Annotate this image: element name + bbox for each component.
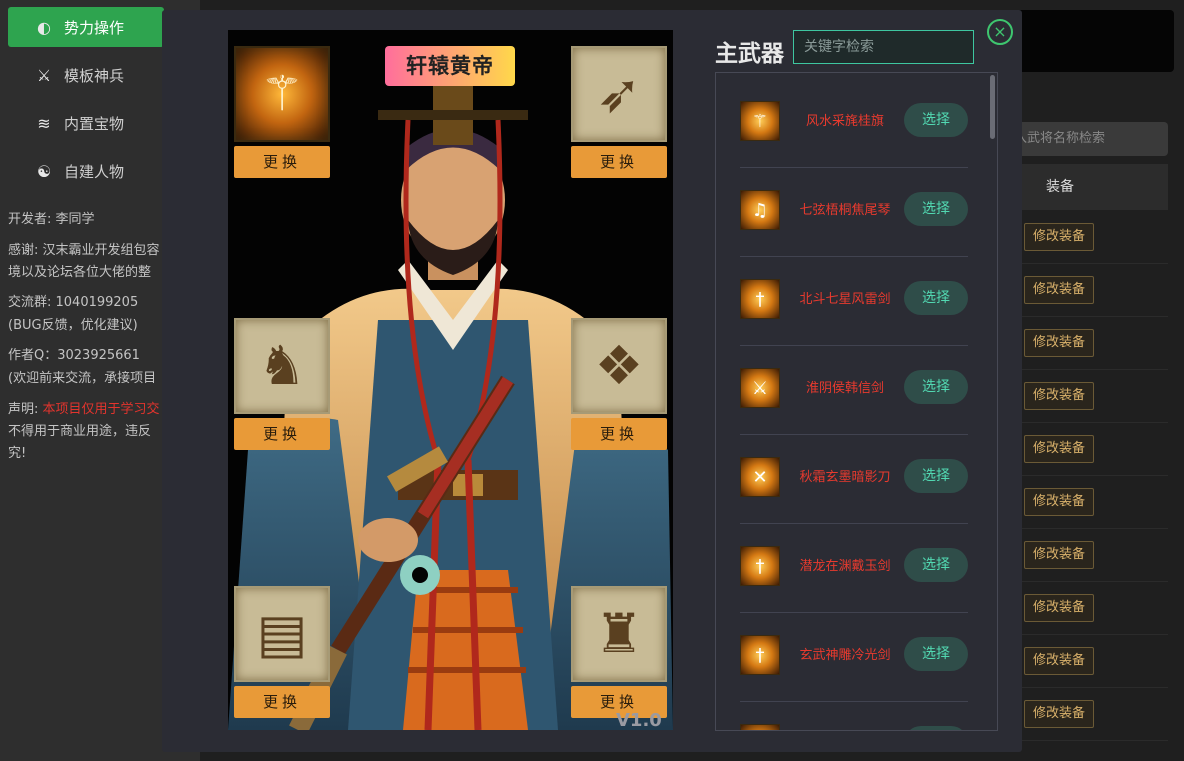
table-row: 修改装备	[1006, 529, 1168, 582]
weapon-list: ⚚ 风水采旄桂旗 选择 ♫ 七弦梧桐焦尾琴 选择 † 北斗七星风雷剑 选择 ⚔ 淮阴侯韩信剑 选择 ✕ 秋…	[715, 72, 998, 731]
layers-icon: ≋	[37, 113, 51, 133]
table-row: 修改装备	[1006, 635, 1168, 688]
weapon-icon: †	[740, 635, 780, 675]
treasure-icon: ♜	[594, 602, 644, 665]
version-text: V1.0	[616, 710, 662, 730]
weapon-icon: †	[740, 724, 780, 730]
edit-equipment-button[interactable]: 修改装备	[1024, 488, 1094, 516]
weapon-icon: ✕	[740, 457, 780, 497]
faction-icon: ◐	[37, 17, 51, 37]
custom-character-icon: ☯	[36, 161, 52, 181]
edit-equipment-button[interactable]: 修改装备	[1024, 276, 1094, 304]
table-row: 修改装备	[1006, 317, 1168, 370]
edit-equipment-button[interactable]: 修改装备	[1024, 700, 1094, 728]
main-header	[1006, 10, 1174, 72]
weapon-list-title: 主武器	[715, 41, 784, 67]
sidebar-item-weapon-template[interactable]: ⚔ 模板神兵	[8, 55, 164, 95]
select-weapon-button[interactable]: 选择	[904, 370, 968, 404]
slot-treasure[interactable]: ♜	[571, 586, 667, 682]
edit-equipment-button[interactable]: 修改装备	[1024, 329, 1094, 357]
staff-icon: ⚚	[260, 66, 304, 122]
sidebar-item-label: 自建人物	[64, 162, 125, 181]
sidebar-item-custom-character[interactable]: ☯ 自建人物	[8, 151, 164, 191]
sidebar-item-label: 内置宝物	[64, 114, 125, 133]
swap-armor-button[interactable]: 更换	[571, 418, 667, 450]
edit-equipment-button[interactable]: 修改装备	[1024, 541, 1094, 569]
table-header: 装备	[1006, 164, 1168, 210]
character-portrait: 轩辕黄帝 ⚚ 更换 ➶ 更换 ♞ 更换 ❖ 更换 ▤ 更换 ♜ 更换 V1.0	[228, 30, 673, 730]
table-row: 修改装备	[1006, 370, 1168, 423]
select-weapon-button[interactable]: 选择	[904, 281, 968, 315]
table-row: 修改装备	[1006, 211, 1168, 264]
weapon-row: † 北斗七星风雷剑 选择	[740, 257, 968, 346]
weapon-row: ✕ 秋霜玄墨暗影刀 选择	[740, 435, 968, 524]
slot-sub-weapon[interactable]: ➶	[571, 46, 667, 142]
slot-mount[interactable]: ♞	[234, 318, 330, 414]
weapon-template-icon: ⚔	[36, 65, 52, 85]
table-row: 修改装备	[1006, 264, 1168, 317]
select-weapon-button[interactable]: 选择	[904, 192, 968, 226]
weapon-list-scrollbar[interactable]	[990, 75, 995, 139]
scroll-icon: ▤	[256, 602, 308, 665]
armor-icon: ❖	[594, 334, 644, 397]
general-search-input[interactable]: 入武将名称检索	[1006, 122, 1168, 156]
slot-main-weapon[interactable]: ⚚	[234, 46, 330, 142]
table-row: 修改装备	[1006, 423, 1168, 476]
weapon-icon: ♫	[740, 190, 780, 230]
slot-armor[interactable]: ❖	[571, 318, 667, 414]
close-icon[interactable]: ×	[987, 19, 1013, 45]
select-weapon-button[interactable]: 选择	[904, 726, 968, 730]
column-equip: 装备	[1046, 179, 1074, 195]
weapon-row: ⚚ 风水采旄桂旗 选择	[740, 79, 968, 168]
edit-equipment-button[interactable]: 修改装备	[1024, 382, 1094, 410]
sidebar-item-builtin-treasure[interactable]: ≋ 内置宝物	[8, 103, 164, 143]
select-weapon-button[interactable]: 选择	[904, 637, 968, 671]
swap-sub-weapon-button[interactable]: 更换	[571, 146, 667, 178]
weapon-icon: †	[740, 546, 780, 586]
sidebar-item-faction[interactable]: ◐ 势力操作	[8, 7, 164, 47]
edit-equipment-button[interactable]: 修改装备	[1024, 647, 1094, 675]
table-row: 修改装备	[1006, 476, 1168, 529]
weapon-row: † 潜龙在渊戴玉剑 选择	[740, 524, 968, 613]
edit-equipment-button[interactable]: 修改装备	[1024, 594, 1094, 622]
horse-icon: ♞	[257, 334, 307, 397]
edit-equipment-button[interactable]: 修改装备	[1024, 435, 1094, 463]
table-row: 修改装备	[1006, 688, 1168, 741]
weapon-row: †金乌寒冥曜日剑选择	[740, 702, 968, 730]
swap-book-button[interactable]: 更换	[234, 686, 330, 718]
swap-mount-button[interactable]: 更换	[234, 418, 330, 450]
weapon-name: 七弦梧桐焦尾琴	[799, 203, 891, 218]
weapon-name: 北斗七星风雷剑	[799, 292, 891, 307]
weapon-name: 潜龙在渊戴玉剑	[799, 559, 891, 574]
weapon-name: 风水采旄桂旗	[805, 114, 884, 129]
weapon-row: † 玄武神雕冷光剑 选择	[740, 613, 968, 702]
weapon-icon: ⚚	[740, 101, 780, 141]
sidebar-item-label: 势力操作	[64, 18, 125, 37]
weapon-row: ⚔ 淮阴侯韩信剑 选择	[740, 346, 968, 435]
equipment-modal: 轩辕黄帝 ⚚ 更换 ➶ 更换 ♞ 更换 ❖ 更换 ▤ 更换 ♜ 更换 V1.0 …	[162, 10, 1022, 752]
weapon-icon: †	[740, 279, 780, 319]
weapon-icon: ⚔	[740, 368, 780, 408]
notice-line: 本项目仅用于学习交	[42, 402, 160, 417]
edit-equipment-button[interactable]: 修改装备	[1024, 223, 1094, 251]
table-row: 修改装备	[1006, 582, 1168, 635]
select-weapon-button[interactable]: 选择	[904, 103, 968, 137]
weapon-row: ♫ 七弦梧桐焦尾琴 选择	[740, 168, 968, 257]
notice-label: 声明:	[8, 402, 43, 417]
select-weapon-button[interactable]: 选择	[904, 459, 968, 493]
bow-icon: ➶	[596, 62, 642, 125]
weapon-name: 玄武神雕冷光剑	[799, 648, 891, 663]
select-weapon-button[interactable]: 选择	[904, 548, 968, 582]
sidebar-item-label: 模板神兵	[64, 66, 125, 85]
character-name: 轩辕黄帝	[385, 46, 515, 86]
weapon-name: 秋霜玄墨暗影刀	[799, 470, 891, 485]
swap-main-weapon-button[interactable]: 更换	[234, 146, 330, 178]
keyword-search-input[interactable]	[793, 30, 974, 64]
slot-book[interactable]: ▤	[234, 586, 330, 682]
weapon-name: 淮阴侯韩信剑	[805, 381, 884, 396]
